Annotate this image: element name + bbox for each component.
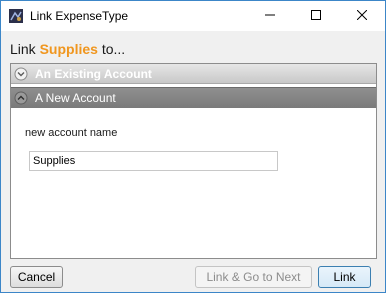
accordion-header-new-account[interactable]: A New Account	[11, 87, 376, 108]
heading-suffix: to...	[97, 41, 126, 57]
cancel-button[interactable]: Cancel	[10, 266, 63, 288]
accordion-label-new: A New Account	[35, 91, 116, 105]
heading-item-name: Supplies	[39, 41, 98, 57]
window-title: Link ExpenseType	[30, 9, 129, 23]
close-icon	[356, 9, 368, 23]
accordion-header-existing-account[interactable]: An Existing Account	[11, 64, 376, 84]
account-name-label: new account name	[25, 127, 118, 139]
link-and-go-to-next-button[interactable]: Link & Go to Next	[195, 266, 312, 288]
account-name-input[interactable]	[29, 151, 278, 171]
accordion-panel: An Existing Account A New Account new ac…	[10, 63, 377, 259]
title-bar[interactable]: Link ExpenseType	[1, 1, 385, 31]
chevron-down-circle-icon	[14, 67, 28, 81]
chevron-up-circle-icon	[14, 91, 28, 105]
dialog-window: Link ExpenseType Link Supplies to... An …	[0, 0, 386, 293]
heading-prefix: Link	[10, 41, 40, 57]
minimize-icon	[265, 9, 275, 23]
app-icon	[9, 9, 23, 23]
maximize-button[interactable]	[293, 1, 339, 31]
accordion-label-existing: An Existing Account	[35, 66, 152, 81]
link-heading: Link Supplies to...	[10, 41, 125, 57]
maximize-icon	[311, 9, 321, 23]
close-button[interactable]	[339, 1, 385, 31]
minimize-button[interactable]	[247, 1, 293, 31]
link-button[interactable]: Link	[318, 266, 371, 288]
